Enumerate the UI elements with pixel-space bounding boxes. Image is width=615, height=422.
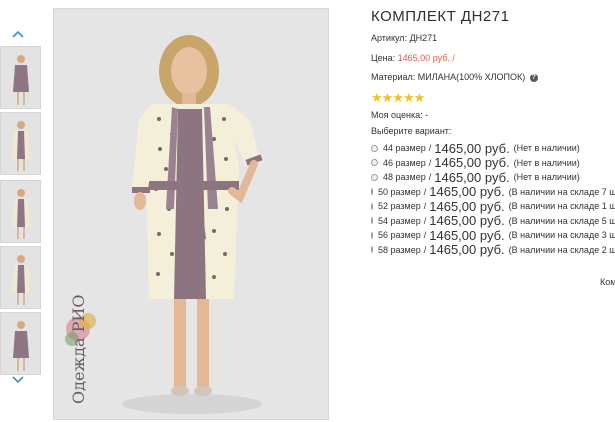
watermark-text: Одежда РИО [69,295,88,404]
variant-stock: (В наличии на складе 1 шт.) [508,201,615,212]
variant-separator: / [423,244,427,255]
variant-size: 56 размер [378,230,421,241]
variant-separator: / [428,157,432,168]
thumbnail-3[interactable] [0,180,41,243]
my-rating: Моя оценка: - [371,110,429,120]
variant-separator: / [423,230,427,241]
variant-stock: (В наличии на складе 7 шт.) [508,186,615,197]
variant-price: 1465,00 руб. [434,155,510,171]
variant-separator: / [423,215,427,226]
article-label: Артикул: [371,33,408,43]
radio-button[interactable] [371,231,373,239]
variant-size: 52 размер [378,201,421,212]
article-row: Артикул: ДН271 [371,33,437,43]
product-info: КОМПЛЕКТ ДН271 Артикул: ДН271 Цена: 1465… [370,0,615,422]
price-value: 1465,00 руб. / [397,53,455,63]
choose-variant-label: Выберите вариант: [371,126,452,136]
variant-stock: (В наличии на складе 3 шт.) [508,230,615,241]
variant-option[interactable]: 58 размер/1465,00 руб. (В наличии на скла… [371,242,615,258]
material-value: МИЛАНА(100% ХЛОПОК) [417,72,526,82]
rating-stars[interactable]: ★★★★★ [371,91,426,104]
variant-size: 44 размер [383,143,426,154]
chevron-up-icon[interactable] [8,26,28,40]
star-icon[interactable]: ★ [414,91,426,104]
variant-price: 1465,00 руб. [429,242,505,258]
variant-price: 1465,00 руб. [434,169,510,185]
chevron-down-icon[interactable] [8,372,28,386]
variant-stock: (Нет в наличии) [513,157,580,168]
variant-list: 44 размер/1465,00 руб. (Нет в наличии) 46… [371,141,615,257]
variant-option[interactable]: 52 размер/1465,00 руб. (В наличии на скла… [371,199,615,214]
thumbnail-1[interactable] [0,46,41,109]
variant-option[interactable]: 50 размер/1465,00 руб. (В наличии на скла… [371,184,615,200]
variant-separator: / [423,186,427,197]
variant-price: 1465,00 руб. [429,227,505,243]
variant-size: 46 размер [383,157,426,168]
radio-button[interactable] [371,217,373,225]
variant-separator: / [423,201,427,212]
variant-size: 54 размер [378,215,421,226]
radio-button[interactable] [371,188,373,196]
thumbnail-5[interactable] [0,312,41,375]
radio-button[interactable] [371,246,373,254]
variant-stock: (Нет в наличии) [513,143,580,154]
info-icon[interactable]: ? [529,73,538,82]
variant-price: 1465,00 руб. [434,140,510,156]
variant-option[interactable]: 56 размер/1465,00 руб. (В наличии на скла… [371,228,615,243]
radio-button[interactable] [371,202,373,210]
thumbnail-2[interactable] [0,112,41,175]
thumbnail-strip [0,0,48,422]
variant-size: 58 размер [378,244,421,255]
truncated-text: Ком [600,277,615,287]
thumbnail-4[interactable] [0,246,41,309]
variant-stock: (В наличии на складе 2 шт.) [508,244,615,255]
article-value: ДН271 [409,33,438,43]
variant-size: 48 размер [383,172,426,183]
variant-option[interactable]: 46 размер/1465,00 руб. (Нет в наличии) [371,155,615,171]
material-label: Материал: [371,72,416,82]
variant-price: 1465,00 руб. [429,213,505,229]
variant-option[interactable]: 48 размер/1465,00 руб. (Нет в наличии) [371,170,615,185]
variant-stock: (Нет в наличии) [513,172,580,183]
variant-separator: / [428,143,432,154]
main-product-image[interactable]: Одежда РИО [53,8,329,420]
price-label: Цена: [371,53,396,63]
material-row: Материал: МИЛАНА(100% ХЛОПОК) ? [371,72,538,82]
variant-stock: (В наличии на складе 5 шт.) [508,215,615,226]
variant-price: 1465,00 руб. [429,198,505,214]
radio-button[interactable] [371,144,378,152]
radio-button[interactable] [371,173,378,181]
variant-size: 50 размер [378,186,421,197]
variant-option[interactable]: 44 размер/1465,00 руб. (Нет в наличии) [371,141,615,156]
variant-price: 1465,00 руб. [429,184,505,200]
product-title: КОМПЛЕКТ ДН271 [371,8,510,25]
radio-button[interactable] [371,159,378,167]
price-row: Цена: 1465,00 руб. / [371,53,455,63]
variant-option[interactable]: 54 размер/1465,00 руб. (В наличии на скла… [371,213,615,229]
variant-separator: / [428,172,432,183]
